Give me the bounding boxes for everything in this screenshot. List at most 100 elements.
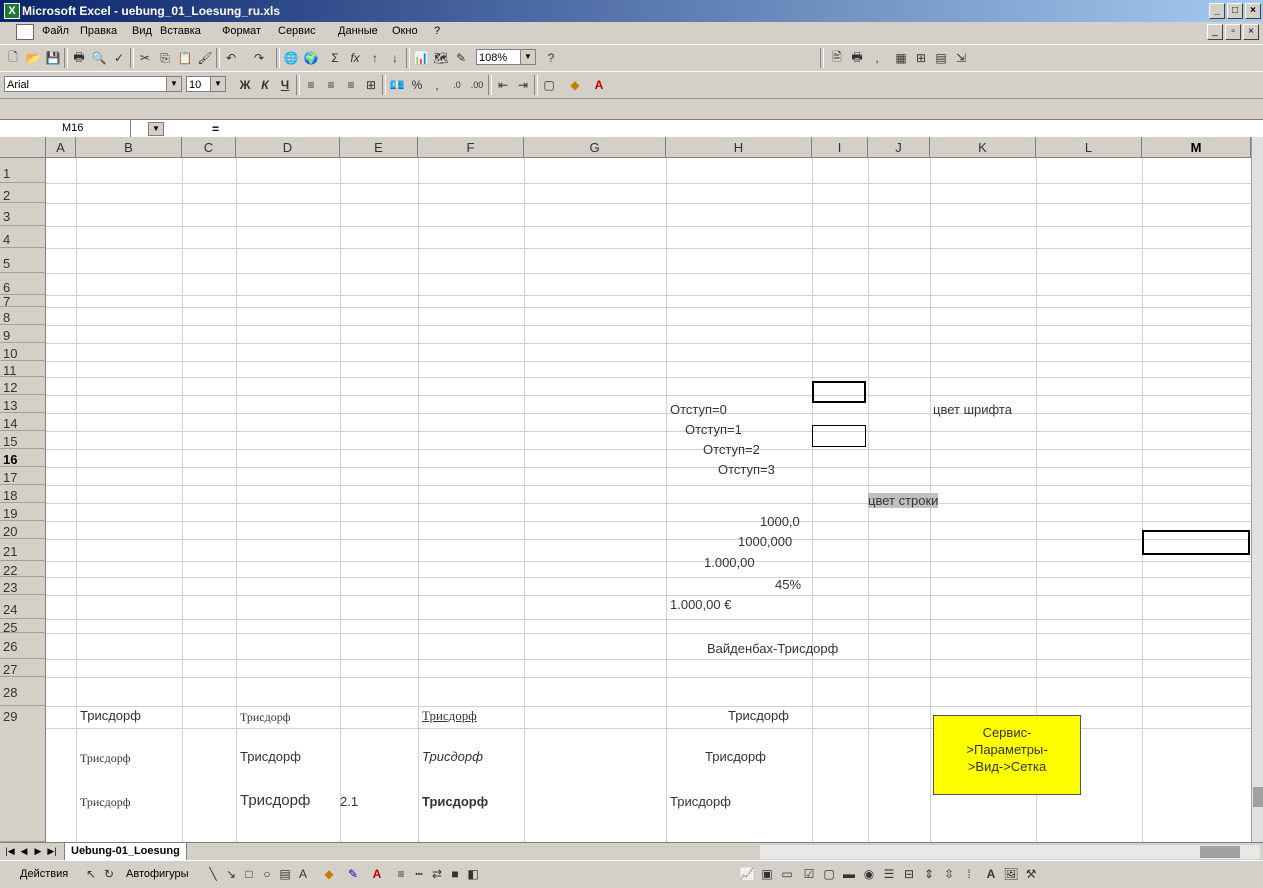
row-header-13[interactable]: 13 bbox=[0, 395, 46, 413]
formula-equals[interactable]: = bbox=[212, 122, 219, 136]
horizontal-scrollbar[interactable] bbox=[760, 845, 1260, 859]
cell-d28[interactable]: Трисдорф bbox=[240, 792, 310, 809]
cell-h10[interactable]: Отступ=0 bbox=[670, 402, 727, 417]
menu-edit[interactable]: Правка bbox=[80, 25, 117, 37]
row-header-26[interactable]: 26 bbox=[0, 633, 46, 659]
close-button[interactable]: × bbox=[1245, 3, 1261, 19]
open-icon[interactable]: 📂 bbox=[24, 49, 42, 67]
cell-h19[interactable]: 1.000,00 € bbox=[670, 597, 731, 612]
row-header-3[interactable]: 3 bbox=[0, 203, 46, 226]
fill-color-icon[interactable]: ◆ bbox=[566, 76, 584, 94]
function-icon[interactable]: fx bbox=[346, 49, 364, 67]
cell-h15[interactable]: 1000,0 bbox=[760, 514, 800, 529]
cell-h17[interactable]: 1.000,00 bbox=[704, 555, 755, 570]
listbox-icon[interactable]: ☰ bbox=[880, 865, 898, 883]
column-header-f[interactable]: F bbox=[418, 137, 524, 158]
cell-f24[interactable]: Трисдорф bbox=[422, 708, 477, 724]
cell-f28[interactable]: Трисдорф bbox=[422, 794, 488, 809]
arrow-style-icon[interactable]: ⇄ bbox=[428, 865, 446, 883]
currency-icon[interactable]: 💶 bbox=[388, 76, 406, 94]
checkbox-icon[interactable]: ☑ bbox=[800, 865, 818, 883]
dash-style-icon[interactable]: ┅ bbox=[410, 865, 428, 883]
chart-type-icon[interactable]: 📈 bbox=[738, 865, 756, 883]
column-header-g[interactable]: G bbox=[524, 137, 666, 158]
cell-e28[interactable]: 2.1 bbox=[340, 794, 358, 809]
toggle-grid-icon[interactable]: ⁞ bbox=[960, 865, 978, 883]
menu-help[interactable]: ? bbox=[434, 25, 440, 37]
borders-icon[interactable]: ▤ bbox=[932, 49, 950, 67]
cell-h16[interactable]: 1000,000 bbox=[738, 534, 792, 549]
column-header-c[interactable]: C bbox=[182, 137, 236, 158]
row-header-20[interactable]: 20 bbox=[0, 521, 46, 539]
fill-color-draw-icon[interactable]: ◆ bbox=[320, 865, 338, 883]
cell-i11-border[interactable] bbox=[812, 425, 866, 447]
decrease-indent-icon[interactable]: ⇤ bbox=[494, 76, 512, 94]
image-icon[interactable]: 🖼 bbox=[1002, 865, 1020, 883]
copy-icon[interactable]: ⎘ bbox=[156, 49, 174, 67]
cell-k10[interactable]: цвет шрифта bbox=[933, 402, 1012, 417]
cell-h24[interactable]: Трисдорф bbox=[728, 708, 789, 723]
row-header-1[interactable]: 1 bbox=[0, 158, 46, 183]
column-header-e[interactable]: E bbox=[340, 137, 418, 158]
row-header-25[interactable]: 25 bbox=[0, 619, 46, 635]
cell-f26[interactable]: Трисдорф bbox=[422, 749, 483, 764]
actions-menu[interactable]: Действия bbox=[20, 868, 68, 880]
cell-d26[interactable]: Трисдорф bbox=[240, 749, 301, 764]
scrollbar-icon[interactable]: ⇕ bbox=[920, 865, 938, 883]
cell-h11[interactable]: Отступ=1 bbox=[685, 422, 742, 437]
arrow-icon[interactable]: ↘ bbox=[222, 865, 240, 883]
column-header-k[interactable]: K bbox=[930, 137, 1036, 158]
font-name-combo[interactable]: Arial ▼ bbox=[4, 76, 182, 92]
print-icon[interactable]: 🖶 bbox=[70, 49, 88, 67]
radio-icon[interactable]: ◉ bbox=[860, 865, 878, 883]
align-right-icon[interactable]: ≡ bbox=[342, 76, 360, 94]
format-painter-icon[interactable]: 🖌 bbox=[196, 49, 214, 67]
cell-h26[interactable]: Трисдорф bbox=[705, 749, 766, 764]
minimize-button[interactable]: _ bbox=[1209, 3, 1225, 19]
cell-h12[interactable]: Отступ=2 bbox=[703, 442, 760, 457]
cell-b26[interactable]: Трисдорф bbox=[80, 751, 131, 766]
autoshapes-menu[interactable]: Автофигуры bbox=[126, 868, 189, 880]
font-color-draw-icon[interactable]: A bbox=[368, 865, 386, 883]
line-style-icon[interactable]: ≡ bbox=[392, 865, 410, 883]
line-color-icon[interactable]: ✎ bbox=[344, 865, 362, 883]
font-size-combo[interactable]: 10 ▼ bbox=[186, 76, 226, 92]
drawing-icon[interactable]: ✎ bbox=[452, 49, 470, 67]
next-sheet-icon[interactable]: ▶ bbox=[32, 845, 44, 857]
cell-i9-border[interactable] bbox=[812, 381, 866, 403]
zoom-combo[interactable]: 108% ▼ bbox=[476, 49, 536, 65]
row-header-24[interactable]: 24 bbox=[0, 595, 46, 619]
sort-descending-icon[interactable]: ↓ bbox=[386, 49, 404, 67]
menu-file[interactable]: Файл bbox=[42, 25, 69, 37]
combobox-icon[interactable]: ⊟ bbox=[900, 865, 918, 883]
label-icon[interactable]: ▭ bbox=[778, 865, 796, 883]
print-small-icon[interactable]: 🖶 bbox=[848, 49, 866, 67]
table-icon[interactable]: ⊞ bbox=[912, 49, 930, 67]
align-center-icon[interactable]: ≡ bbox=[322, 76, 340, 94]
freeze-icon[interactable]: ⇲ bbox=[952, 49, 970, 67]
cell-j14[interactable]: цвет строки bbox=[868, 493, 939, 508]
row-header-5[interactable]: 5 bbox=[0, 248, 46, 273]
print-preview-icon[interactable]: 🔍 bbox=[90, 49, 108, 67]
row-header-11[interactable]: 11 bbox=[0, 361, 46, 378]
column-header-l[interactable]: L bbox=[1036, 137, 1142, 158]
preview-icon[interactable]: 🖹 bbox=[828, 49, 846, 67]
column-header-i[interactable]: I bbox=[812, 137, 868, 158]
form-icon[interactable]: ▣ bbox=[758, 865, 776, 883]
row-header-6[interactable]: 6 bbox=[0, 273, 46, 295]
comma-button[interactable]: , bbox=[428, 76, 446, 94]
last-sheet-icon[interactable]: ▶| bbox=[46, 845, 58, 857]
3d-icon[interactable]: ◧ bbox=[464, 865, 482, 883]
cell-h28[interactable]: Трисдорф bbox=[670, 794, 731, 809]
hscroll-thumb[interactable] bbox=[1200, 846, 1240, 858]
text-icon[interactable]: A bbox=[982, 865, 1000, 883]
row-header-19[interactable]: 19 bbox=[0, 503, 46, 521]
menu-insert[interactable]: Вставка bbox=[160, 25, 201, 37]
scroll-thumb[interactable] bbox=[1253, 787, 1263, 807]
wordart-icon[interactable]: A bbox=[294, 865, 312, 883]
menu-format[interactable]: Формат bbox=[222, 25, 261, 37]
column-header-m[interactable]: M bbox=[1142, 137, 1251, 158]
menu-window[interactable]: Окно bbox=[392, 25, 418, 37]
row-header-22[interactable]: 22 bbox=[0, 561, 46, 578]
redo-icon[interactable]: ↷ bbox=[250, 49, 268, 67]
